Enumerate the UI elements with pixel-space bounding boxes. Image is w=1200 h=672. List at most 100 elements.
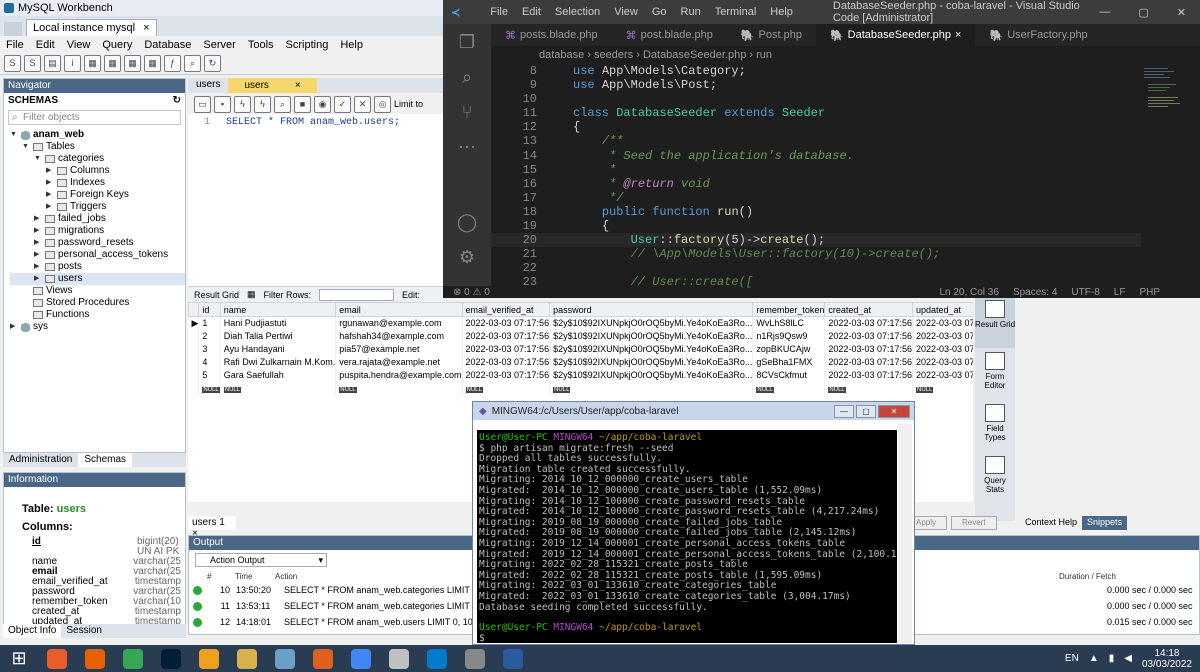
code-line[interactable]: 13 /** — [491, 134, 1141, 148]
editor-tab[interactable]: ⌘ posts.blade.php — [491, 24, 612, 46]
taskbar-app[interactable] — [380, 645, 418, 672]
table-cell[interactable]: 2022-03-03 07:17:56 — [912, 355, 973, 369]
expand-icon[interactable]: ▶ — [34, 237, 42, 249]
taskbar-app[interactable] — [38, 645, 76, 672]
taskbar-app[interactable] — [266, 645, 304, 672]
open-sql-icon[interactable]: S — [24, 55, 41, 72]
table-row[interactable]: ▶ 1 Hani Pudjiastuti rgunawan@example.com 20… — [188, 316, 973, 330]
taskbar-app[interactable] — [76, 645, 114, 672]
sql-editor[interactable]: 1 SELECT * FROM anam_web.users; — [188, 114, 445, 286]
settings-gear-icon[interactable]: ⚙ — [459, 247, 475, 268]
problems-status[interactable]: ⊗ 0 ⚠ 0 — [443, 287, 490, 298]
table-cell[interactable]: Diah Talia Pertiwi — [220, 329, 337, 343]
table-cell[interactable]: zopBKUCAjw — [752, 342, 826, 356]
save-icon[interactable]: ▪ — [214, 95, 231, 113]
tab-administration[interactable]: Administration — [3, 453, 78, 467]
vs-menu-run[interactable]: Run — [681, 6, 701, 18]
vs-menu-edit[interactable]: Edit — [522, 6, 541, 18]
tab-schemas[interactable]: Schemas — [78, 453, 133, 467]
tree-item[interactable]: ▶ Indexes — [10, 177, 185, 189]
home-icon[interactable] — [4, 22, 22, 36]
tab-snippets[interactable]: Snippets — [1082, 516, 1128, 530]
start-button[interactable]: ⊞ — [0, 645, 38, 672]
side-field-types[interactable]: Field Types — [975, 400, 1015, 452]
output-type-select[interactable]: Action Output — [195, 553, 327, 567]
expand-icon[interactable]: ▶ — [34, 273, 42, 285]
result-tab[interactable]: users 1 × — [188, 516, 236, 539]
table-cell[interactable]: $2y$10$92IXUNpkjO0rOQ5byMi.Ye4oKoEa3Ro..… — [549, 342, 754, 356]
tree-item[interactable]: ▼ categories — [10, 153, 185, 165]
indentation[interactable]: Spaces: 4 — [1013, 287, 1057, 298]
editor-tab[interactable]: 🐘 UserFactory.php — [975, 24, 1101, 46]
account-icon[interactable]: ◯ — [457, 212, 477, 233]
column-header[interactable]: email — [335, 302, 463, 317]
table-row[interactable]: 2 Diah Talia Pertiwi hafshah34@example.com… — [188, 329, 973, 343]
taskbar-app[interactable] — [304, 645, 342, 672]
toggle-icon[interactable]: ◉ — [314, 95, 331, 113]
table-cell[interactable]: 2022-03-03 07:17:56 — [824, 329, 913, 343]
table-cell[interactable]: Rafi Dwi Zulkarnain M.Kom. — [220, 355, 337, 369]
eol[interactable]: LF — [1114, 287, 1126, 298]
table-cell[interactable]: 2022-03-03 07:17:56 — [462, 316, 551, 330]
null-row[interactable]: NULL NULL NULL NULL NULL NULL NULL NULL — [188, 381, 973, 395]
terminal-output[interactable]: User@User-PC MINGW64 ~/app/coba-laravel $… — [477, 430, 897, 643]
tree-item[interactable]: ▶ posts — [10, 261, 185, 273]
table-cell[interactable]: Ayu Handayani — [220, 342, 337, 356]
code-line[interactable]: 9 use App\Models\Post; — [491, 78, 1141, 92]
vs-menu-selection[interactable]: Selection — [555, 6, 600, 18]
menu-query[interactable]: Query — [102, 39, 132, 51]
column-header[interactable]: name — [219, 302, 337, 317]
column-header[interactable]: remember_token — [752, 302, 826, 317]
expand-icon[interactable]: ▶ — [34, 261, 42, 273]
menu-help[interactable]: Help — [340, 39, 363, 51]
filter-objects-input[interactable]: Filter objects — [8, 110, 181, 125]
explain-icon[interactable]: ⌕ — [274, 95, 291, 113]
table-cell[interactable]: 4 — [198, 355, 221, 369]
commit-icon[interactable]: ✓ — [334, 95, 351, 113]
close-icon[interactable]: × — [287, 79, 309, 92]
tab-object-info[interactable]: Object Info — [3, 624, 62, 638]
close-icon[interactable]: ✕ — [1177, 6, 1186, 19]
table-cell[interactable]: 2022-03-03 07:17:56 — [824, 355, 913, 369]
volume-icon[interactable]: ◀ — [1124, 653, 1132, 664]
filter-rows-input[interactable] — [319, 288, 395, 301]
encoding[interactable]: UTF-8 — [1071, 287, 1099, 298]
reconnect-icon[interactable]: ↻ — [204, 55, 221, 72]
expand-icon[interactable]: ▶ — [46, 201, 54, 213]
table-cell[interactable]: 2022-03-03 07:17:56 — [912, 342, 973, 356]
collapse-icon[interactable]: ▼ — [10, 129, 18, 141]
execute-icon[interactable]: ϟ — [234, 95, 251, 113]
result-grid-label[interactable]: Result Grid — [194, 290, 239, 300]
tree-item[interactable]: ▶ Triggers — [10, 201, 185, 213]
execute-current-icon[interactable]: ϟ — [254, 95, 271, 113]
query-tab[interactable]: users — [188, 78, 228, 93]
table-cell[interactable]: pia57@example.net — [335, 342, 463, 356]
tree-item[interactable]: ▼ Tables — [10, 141, 185, 153]
expand-icon[interactable]: ▶ — [34, 249, 42, 261]
breadcrumb[interactable]: database › seeders › DatabaseSeeder.php … — [491, 46, 1200, 64]
code-line[interactable]: 15 * — [491, 163, 1141, 177]
maximize-icon[interactable]: ▢ — [856, 404, 876, 418]
table-cell[interactable]: puspita.hendra@example.com — [335, 368, 463, 382]
table-cell[interactable]: 2022-03-03 07:17:56 — [912, 316, 973, 330]
table-cell[interactable]: rgunawan@example.com — [335, 316, 463, 330]
table-cell[interactable]: 2022-03-03 07:17:56 — [912, 368, 973, 382]
taskbar-app[interactable] — [114, 645, 152, 672]
code-line[interactable]: 20 User::factory(5)->create(); — [491, 233, 1141, 248]
create-procedure-icon[interactable]: ▦ — [144, 55, 161, 72]
table-cell[interactable]: $2y$10$92IXUNpkjO0rOQ5byMi.Ye4oKoEa3Ro..… — [549, 368, 754, 382]
vs-menu-view[interactable]: View — [614, 6, 638, 18]
code-line[interactable]: 17 */ — [491, 191, 1141, 205]
tab-session[interactable]: Session — [61, 624, 107, 638]
language-mode[interactable]: PHP — [1139, 287, 1160, 298]
explorer-icon[interactable]: ❐ — [459, 32, 475, 53]
tree-item[interactable]: Views — [10, 285, 185, 297]
side-form-editor[interactable]: Form Editor — [975, 348, 1015, 400]
column-header[interactable]: id — [198, 302, 221, 317]
editor-tab[interactable]: ⌘ post.blade.php — [612, 24, 727, 46]
schema-icon[interactable]: ▤ — [44, 55, 61, 72]
grid-icon[interactable]: ▦ — [247, 289, 256, 300]
table-cell[interactable]: Gara Saefullah — [220, 368, 337, 382]
new-sql-tab-icon[interactable]: S — [4, 55, 21, 72]
table-cell[interactable]: 5 — [198, 368, 221, 382]
